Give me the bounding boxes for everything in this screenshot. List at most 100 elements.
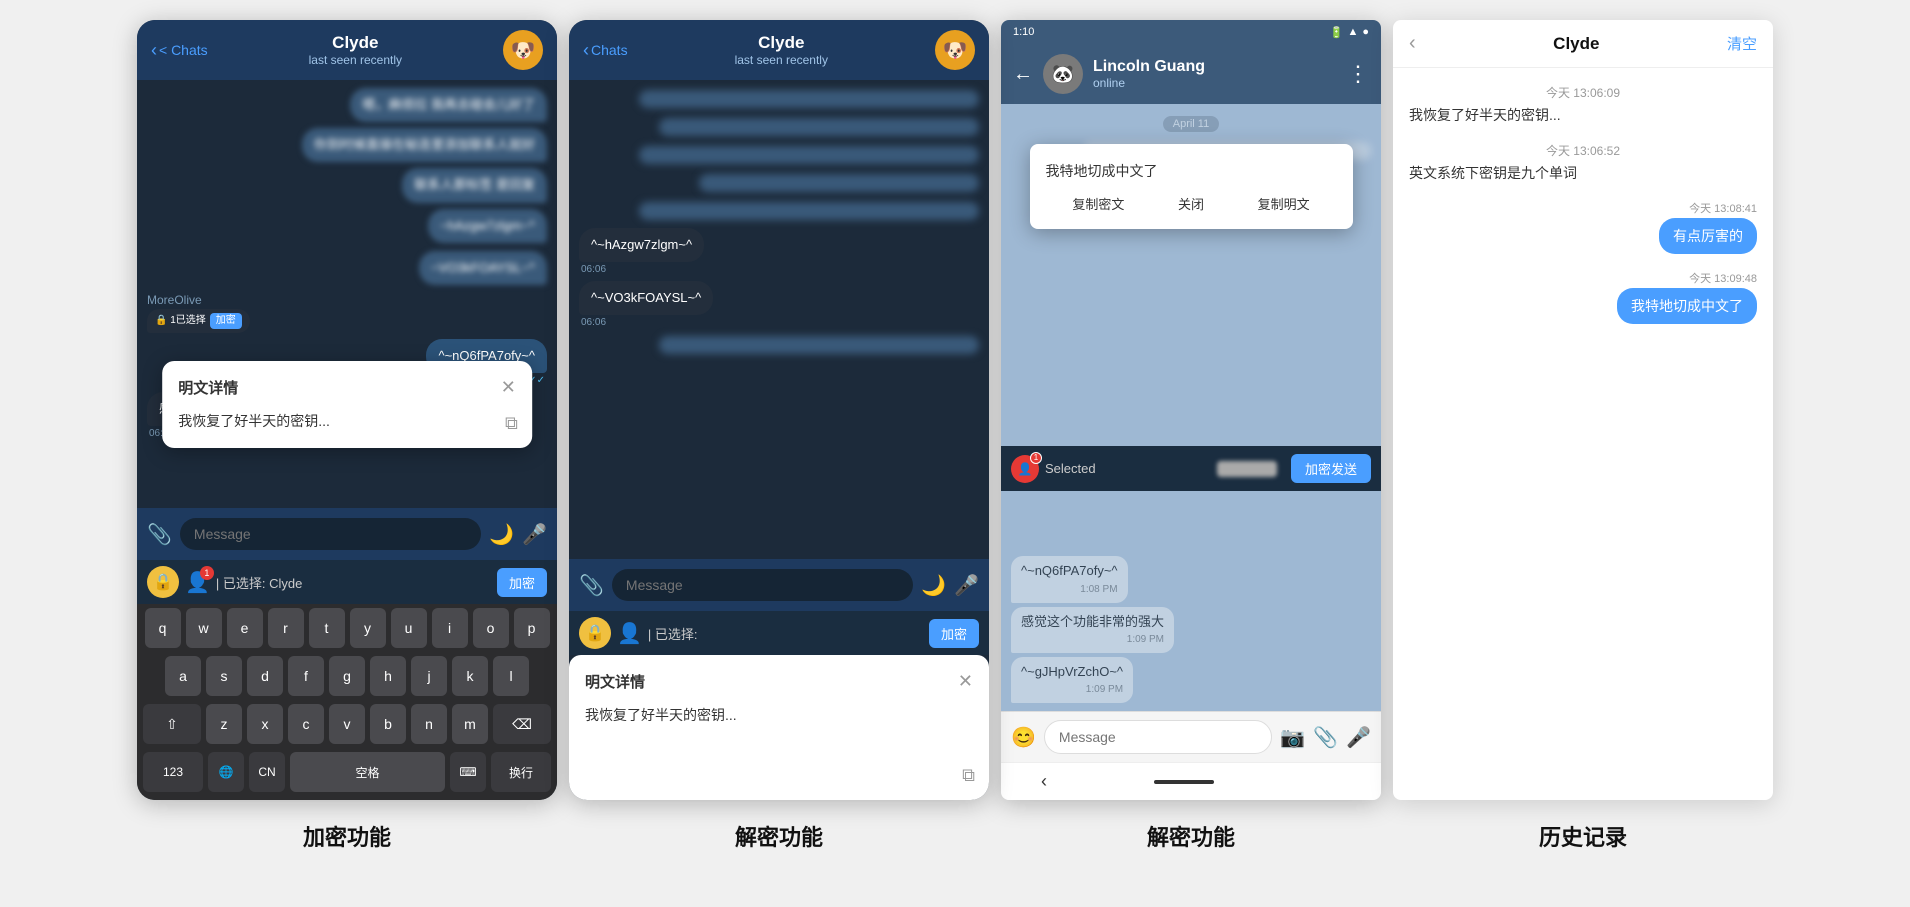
key-y[interactable]: y (350, 608, 386, 648)
key-backspace[interactable]: ⌫ (493, 704, 551, 744)
msg-row: 你到时候直接在秘连里添加联系人就好 (147, 128, 547, 162)
status-time: 1:10 (1013, 26, 1034, 38)
key-space[interactable]: 空格 (290, 752, 445, 792)
panel1-wrap: ‹ < Chats Clyde last seen recently 🐶 嗯，麻… (137, 20, 557, 852)
key-m[interactable]: m (452, 704, 488, 744)
input-bar-1: 📎 🌙 🎤 (137, 508, 557, 560)
popup-close-2[interactable]: ✕ (958, 671, 973, 692)
key-r[interactable]: r (268, 608, 304, 648)
panel2-wrap: ‹ Chats Clyde last seen recently 🐶 (569, 20, 989, 852)
history-msg-left-1: 我恢复了好半天的密钥... (1409, 105, 1757, 126)
emoji-icon-2[interactable]: 🌙 (921, 573, 946, 598)
msg-row (579, 172, 979, 194)
phone1: ‹ < Chats Clyde last seen recently 🐶 嗯，麻… (137, 20, 557, 800)
key-row-3: ⇧ z x c v b n m ⌫ (137, 700, 557, 748)
key-g[interactable]: g (329, 656, 365, 696)
lock-icon-2: 🔒 (579, 617, 611, 649)
history-item-2: 今天 13:06:52 英文系统下密钥是九个单词 (1409, 142, 1757, 184)
key-row-4: 123 🌐 CN 空格 ⌨ 换行 (137, 748, 557, 800)
key-return[interactable]: 换行 (491, 752, 551, 792)
android-more-button[interactable]: ⋮ (1347, 61, 1369, 87)
android-popup-content: 我特地切成中文了 (1046, 160, 1337, 182)
message-input-1[interactable] (180, 518, 481, 550)
back-button-2[interactable]: ‹ Chats (583, 40, 628, 61)
key-globe[interactable]: 🌐 (208, 752, 244, 792)
key-s[interactable]: s (206, 656, 242, 696)
key-v[interactable]: v (329, 704, 365, 744)
history-msg-right-2: 我特地切成中文了 (1617, 288, 1757, 324)
key-i[interactable]: i (432, 608, 468, 648)
key-w[interactable]: w (186, 608, 222, 648)
msg-row (579, 334, 979, 358)
android-attachment-icon[interactable]: 📎 (1313, 725, 1338, 750)
key-k[interactable]: k (452, 656, 488, 696)
key-123[interactable]: 123 (143, 752, 203, 792)
key-z[interactable]: z (206, 704, 242, 744)
contact-name-1: Clyde (332, 33, 378, 53)
history-title: Clyde (1426, 34, 1727, 54)
popup-close-1[interactable]: ✕ (501, 377, 516, 398)
history-back-button[interactable]: ‹ (1409, 32, 1416, 55)
close-popup-button[interactable]: 关闭 (1178, 194, 1204, 213)
voice-icon-1[interactable]: 🎤 (522, 522, 547, 547)
android-send-button[interactable]: 加密发送 (1291, 454, 1371, 483)
android-nav-pill[interactable] (1154, 780, 1214, 784)
copy-icon-1[interactable]: ⧉ (505, 413, 518, 434)
key-p[interactable]: p (514, 608, 550, 648)
key-q[interactable]: q (145, 608, 181, 648)
key-e[interactable]: e (227, 608, 263, 648)
history-clear-button[interactable]: 清空 (1727, 33, 1757, 54)
copy-plaintext-button[interactable]: 复制明文 (1258, 194, 1310, 213)
key-keyboard[interactable]: ⌨ (450, 752, 486, 792)
android-message-input[interactable] (1044, 720, 1272, 754)
selected-badge: 👤 1 (1011, 455, 1039, 483)
key-o[interactable]: o (473, 608, 509, 648)
key-t[interactable]: t (309, 608, 345, 648)
android-decrypt-popup: 我特地切成中文了 复制密文 关闭 复制明文 (1030, 144, 1353, 229)
key-shift[interactable]: ⇧ (143, 704, 201, 744)
key-n[interactable]: n (411, 704, 447, 744)
voice-icon-2[interactable]: 🎤 (954, 573, 979, 598)
keyboard-1: q w e r t y u i o p a s d f g h j k l (137, 604, 557, 800)
attachment-icon-1[interactable]: 📎 (147, 522, 172, 547)
key-c[interactable]: c (288, 704, 324, 744)
emoji-icon-1[interactable]: 🌙 (489, 522, 514, 547)
badge-count: 1 (1030, 452, 1042, 464)
avatar-1[interactable]: 🐶 (503, 30, 543, 70)
android-avatar[interactable]: 🐼 (1043, 54, 1083, 94)
copy-ciphertext-button[interactable]: 复制密文 (1072, 194, 1124, 213)
panel2-header: ‹ Chats Clyde last seen recently 🐶 (569, 20, 989, 80)
key-l[interactable]: l (493, 656, 529, 696)
key-b[interactable]: b (370, 704, 406, 744)
key-h[interactable]: h (370, 656, 406, 696)
android-camera-icon[interactable]: 📷 (1280, 725, 1305, 750)
key-x[interactable]: x (247, 704, 283, 744)
android-popup-overlay: 我特地切成中文了 复制密文 关闭 复制明文 👤 1 Selected 加 (1001, 104, 1381, 711)
msg-row: ~hAzgw7zlgm~^ (147, 209, 547, 245)
encrypt-button-1[interactable]: 加密 (497, 568, 547, 597)
android-emoji-icon[interactable]: 😊 (1011, 725, 1036, 750)
key-d[interactable]: d (247, 656, 283, 696)
plaintext-popup-1: 明文详情 ✕ 我恢复了好半天的密钥... ⧉ (162, 361, 532, 448)
key-j[interactable]: j (411, 656, 447, 696)
key-u[interactable]: u (391, 608, 427, 648)
msg-row: MoreOlive 🔒 1已选择 加密 (147, 293, 547, 333)
key-a[interactable]: a (165, 656, 201, 696)
header-center-2: Clyde last seen recently (638, 33, 925, 67)
msg-bubble: ^~VO3kFOAYSL~^ (579, 281, 713, 315)
encrypt-button-2[interactable]: 加密 (929, 619, 979, 648)
android-voice-icon[interactable]: 🎤 (1346, 725, 1371, 750)
wifi-icon: ▲ (1347, 26, 1358, 38)
android-back-button[interactable]: ← (1013, 63, 1033, 86)
encrypt-selected-label-2: | 已选择: (648, 624, 923, 643)
android-chat: April 11 我特地切成中文了 复制密文 关闭 复制明文 (1001, 104, 1381, 711)
message-input-2[interactable] (612, 569, 913, 601)
nav-back-chevron[interactable]: ‹ (1041, 771, 1047, 792)
key-cn[interactable]: CN (249, 752, 285, 792)
back-button-1[interactable]: ‹ < Chats (151, 40, 208, 61)
key-f[interactable]: f (288, 656, 324, 696)
avatar-2[interactable]: 🐶 (935, 30, 975, 70)
copy-icon-2[interactable]: ⧉ (962, 765, 975, 786)
selected-text: Selected (1045, 461, 1211, 476)
attachment-icon-2[interactable]: 📎 (579, 573, 604, 598)
